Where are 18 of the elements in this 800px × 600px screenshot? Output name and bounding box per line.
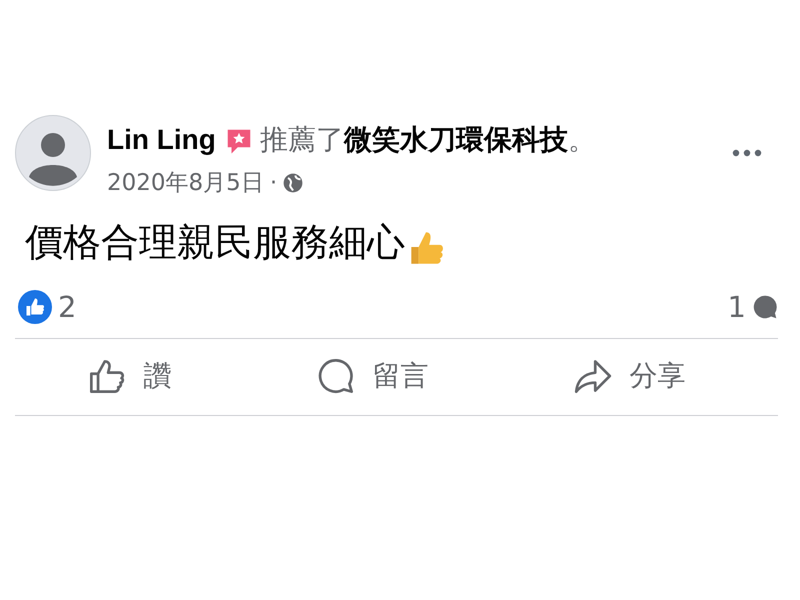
- comment-button[interactable]: 留言: [296, 349, 448, 403]
- share-button[interactable]: 分享: [554, 349, 706, 403]
- like-count[interactable]: 2: [58, 290, 76, 324]
- separator: ·: [270, 170, 278, 196]
- thumbs-up-icon: [88, 357, 126, 395]
- share-icon: [574, 357, 612, 395]
- post-date[interactable]: 2020年8月5日: [107, 167, 264, 198]
- recommendation-text: 推薦了微笑水刀環保科技。: [260, 123, 596, 156]
- globe-icon: [283, 172, 304, 192]
- comment-count[interactable]: 1: [728, 290, 746, 324]
- like-button[interactable]: 讚: [68, 349, 192, 403]
- post-text: 價格合理親民服務細心: [25, 218, 405, 266]
- author-name[interactable]: Lin Ling: [107, 124, 216, 155]
- like-reaction-icon[interactable]: [18, 290, 52, 324]
- avatar-icon[interactable]: [15, 115, 91, 191]
- comment-icon: [316, 357, 354, 395]
- more-icon[interactable]: [732, 149, 762, 157]
- comment-bubble-icon: [752, 294, 778, 320]
